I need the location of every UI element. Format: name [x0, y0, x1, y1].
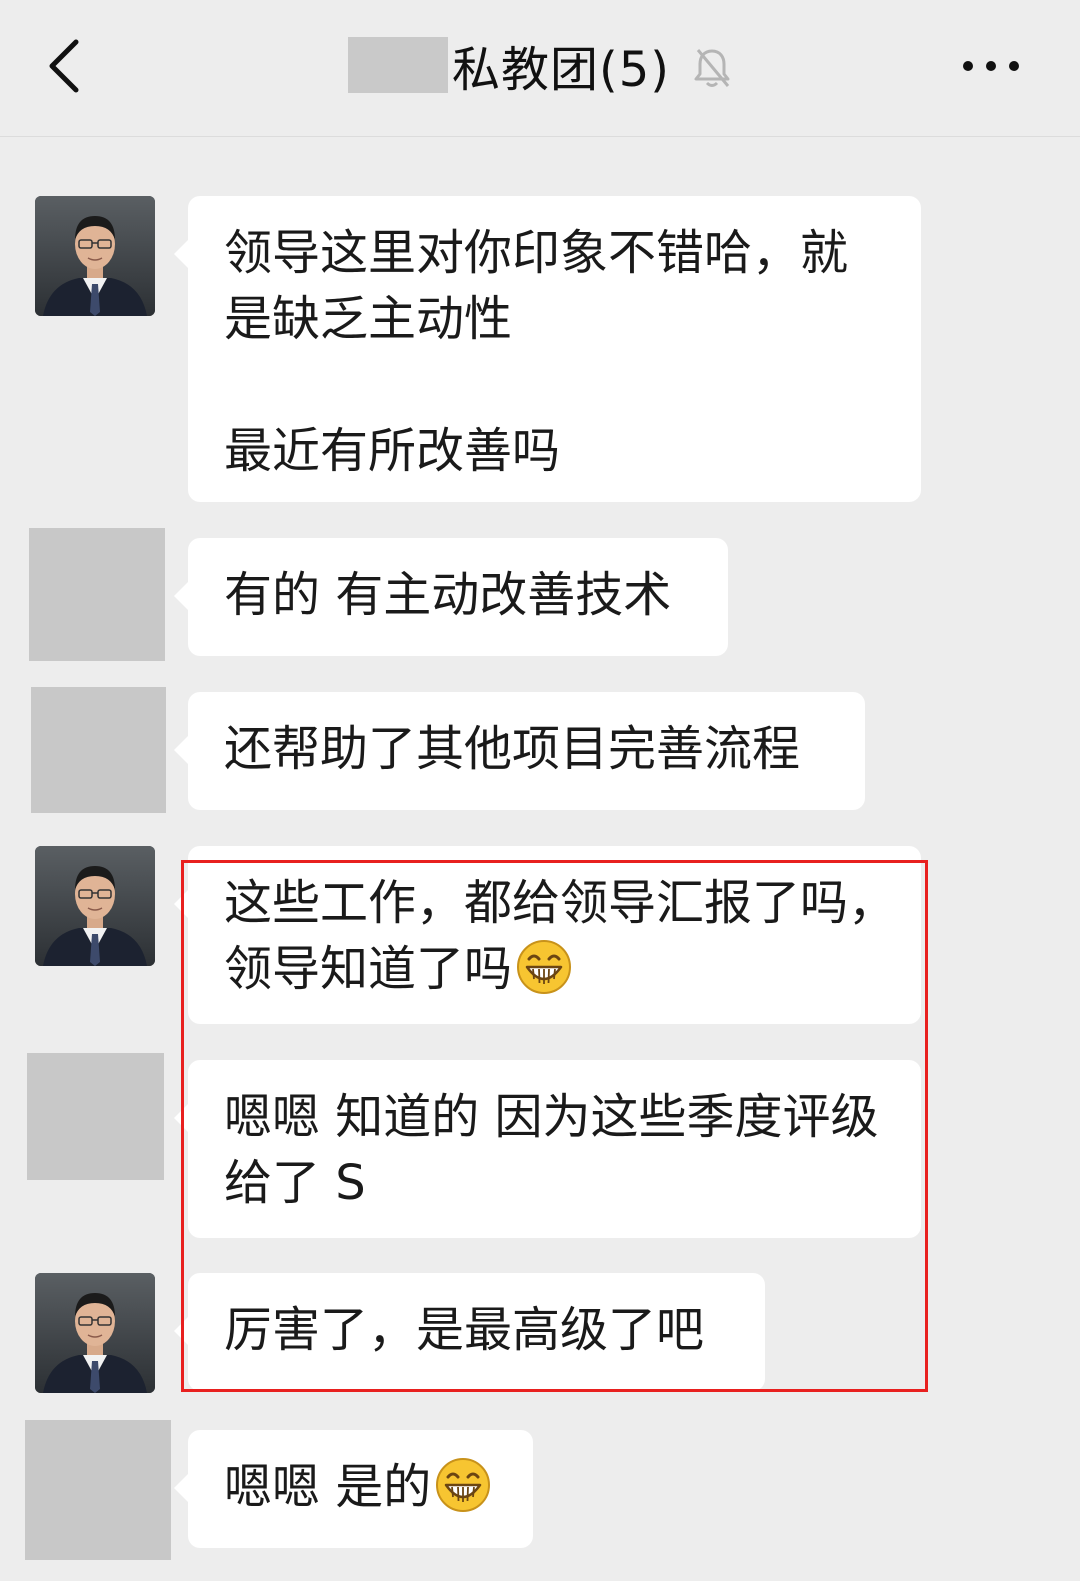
message-bubble[interactable]: 嗯嗯 是的	[174, 1430, 533, 1548]
message-text: 厉害了，是最高级了吧	[224, 1302, 705, 1358]
member-avatar[interactable]	[31, 687, 166, 813]
more-options-button[interactable]	[956, 36, 1026, 96]
message-text: 领导这里对你印象不错哈，就	[224, 225, 849, 281]
message-text: 嗯嗯 知道的 因为这些季度评级	[224, 1089, 879, 1145]
member-avatar[interactable]	[27, 1053, 164, 1180]
message-text: 是缺乏主动性	[224, 291, 513, 347]
chat-title: 私教团(5)	[452, 42, 670, 98]
coach-avatar[interactable]	[35, 1273, 155, 1393]
message-text: 这些工作，都给领导汇报了吗，	[224, 875, 897, 931]
message-text: 给了 S	[224, 1155, 366, 1211]
message-text: 还帮助了其他项目完善流程	[224, 721, 801, 777]
member-avatar[interactable]	[29, 528, 165, 661]
coach-avatar[interactable]	[35, 196, 155, 316]
message-text: 最近有所改善吗	[224, 423, 561, 479]
chat-header: 私教团(5)	[0, 0, 1080, 137]
message-bubble[interactable]: 厉害了，是最高级了吧	[174, 1273, 765, 1391]
message-text: 嗯嗯 是的	[224, 1459, 432, 1515]
member-avatar[interactable]	[25, 1420, 171, 1560]
message-bubble[interactable]: 这些工作，都给领导汇报了吗， 领导知道了吗	[174, 846, 921, 1024]
message-text: 有的 有主动改善技术	[224, 567, 672, 623]
message-bubble[interactable]: 领导这里对你印象不错哈，就 是缺乏主动性 最近有所改善吗	[174, 196, 921, 502]
redacted-name-block	[348, 37, 448, 93]
message-bubble[interactable]: 嗯嗯 知道的 因为这些季度评级 给了 S	[174, 1060, 921, 1238]
chat-title-area: 私教团(5)	[0, 30, 1080, 100]
message-text: 领导知道了吗	[224, 941, 513, 997]
grin-emoji-icon	[435, 1457, 491, 1513]
more-dots-icon	[963, 61, 1019, 71]
bell-off-icon	[694, 49, 730, 87]
message-bubble[interactable]: 还帮助了其他项目完善流程	[174, 692, 865, 810]
message-bubble[interactable]: 有的 有主动改善技术	[174, 538, 728, 656]
grin-emoji-icon	[516, 939, 572, 995]
coach-avatar[interactable]	[35, 846, 155, 966]
